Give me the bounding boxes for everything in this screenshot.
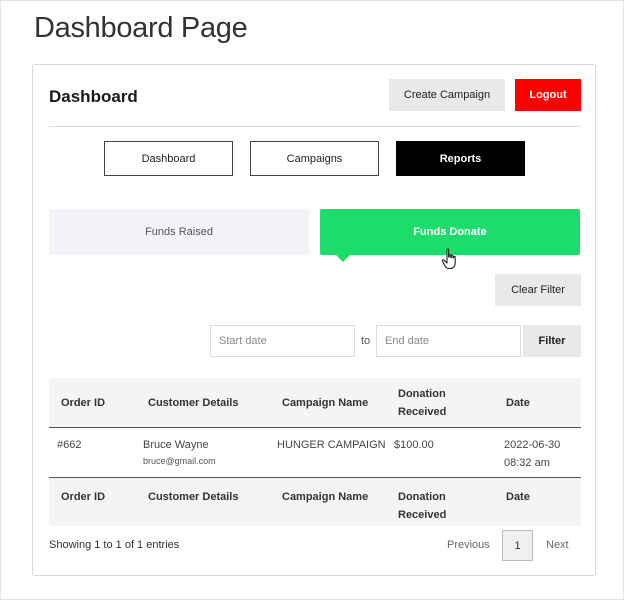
- table-row: #662 Bruce Wayne bruce@gmail.com HUNGER …: [49, 428, 581, 477]
- entries-info: Showing 1 to 1 of 1 entries: [49, 539, 180, 551]
- pagination-previous[interactable]: Previous: [447, 539, 490, 551]
- header-customer-details: Customer Details: [148, 396, 239, 409]
- tab-funds-raised[interactable]: Funds Raised: [49, 209, 309, 255]
- footer-date: Date: [506, 491, 530, 503]
- dashboard-card: Dashboard Create Campaign Logout Dashboa…: [32, 64, 596, 576]
- tab-campaigns[interactable]: Campaigns: [250, 141, 379, 176]
- clear-filter-button[interactable]: Clear Filter: [495, 274, 581, 306]
- table-header: Order ID Customer Details Campaign Name …: [49, 378, 581, 428]
- pagination-next[interactable]: Next: [546, 539, 569, 551]
- create-campaign-button[interactable]: Create Campaign: [389, 79, 505, 111]
- pagination-page-1[interactable]: 1: [502, 530, 533, 561]
- page-title: Dashboard Page: [34, 12, 248, 44]
- footer-donation-received: Donation Received: [398, 491, 447, 521]
- start-date-input[interactable]: [210, 325, 355, 357]
- header-divider: [49, 126, 581, 127]
- orders-table: Order ID Customer Details Campaign Name …: [49, 378, 581, 526]
- filter-button[interactable]: Filter: [523, 325, 581, 357]
- logout-button[interactable]: Logout: [515, 79, 581, 111]
- tab-reports[interactable]: Reports: [396, 141, 525, 176]
- cell-customer: Bruce Wayne bruce@gmail.com: [135, 436, 270, 468]
- cell-donation: $100.00: [394, 439, 434, 451]
- customer-name: Bruce Wayne: [143, 439, 209, 451]
- table-footer: Order ID Customer Details Campaign Name …: [49, 477, 581, 526]
- date-range-to-label: to: [361, 335, 371, 347]
- cell-order-id: #662: [57, 439, 82, 451]
- tab-dashboard[interactable]: Dashboard: [104, 141, 233, 176]
- footer-customer-details: Customer Details: [148, 491, 239, 503]
- cell-campaign-name: HUNGER CAMPAIGN: [277, 439, 386, 451]
- end-date-input[interactable]: [376, 325, 521, 357]
- card-title: Dashboard: [49, 87, 138, 106]
- header-campaign-name: Campaign Name: [282, 396, 369, 409]
- header-donation-received: Donation Received: [398, 387, 447, 418]
- customer-email: bruce@gmail.com: [143, 456, 216, 466]
- header-order-id: Order ID: [61, 396, 106, 409]
- footer-order-id: Order ID: [61, 491, 106, 503]
- header-date: Date: [506, 396, 530, 409]
- hand-pointer-icon: [441, 248, 456, 270]
- cell-date: 2022-06-30 08:32 am: [504, 439, 561, 469]
- footer-campaign-name: Campaign Name: [282, 491, 369, 503]
